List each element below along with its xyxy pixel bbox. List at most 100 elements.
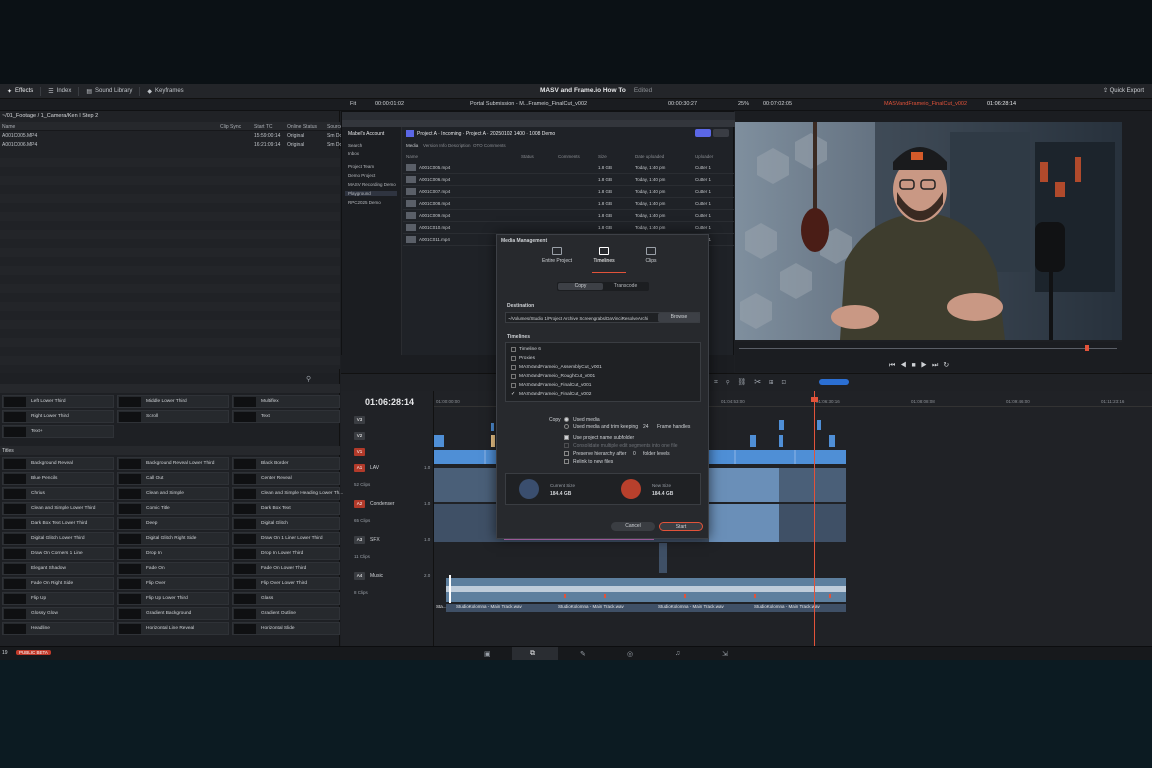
source-clip-name[interactable]: Portal Submission - M...Frameio_FinalCut… <box>470 101 587 107</box>
col-comments[interactable]: Comments <box>558 154 580 159</box>
timeline-checkbox[interactable] <box>511 374 516 379</box>
sound-library-tab[interactable]: ▤ Sound Library <box>79 88 139 95</box>
track-tag[interactable]: V2 <box>354 432 365 440</box>
share-button[interactable] <box>695 129 711 137</box>
effect-item[interactable]: Flip Over Lower Third <box>232 577 340 590</box>
search-icon[interactable]: ⚲ <box>306 375 311 383</box>
fairlight-page-icon[interactable]: ♫ <box>675 650 680 657</box>
effect-item[interactable]: Multiflex <box>232 395 340 408</box>
track-tag[interactable]: A4 <box>354 572 365 580</box>
fusion-page-icon[interactable]: ✎ <box>580 650 586 658</box>
track-tag[interactable]: V1 <box>354 448 365 456</box>
effect-item[interactable]: Comic Title <box>117 502 229 515</box>
timeline-checkbox[interactable] <box>511 383 516 388</box>
account-name[interactable]: Mabel's Account <box>348 131 384 137</box>
address-bar[interactable] <box>342 120 735 127</box>
asset-row[interactable]: A001C009.mp4 1.8 GB Today, 1:40 pm Cutter 1 <box>403 210 734 222</box>
effect-item[interactable]: Text <box>232 410 340 423</box>
mode-transcode[interactable]: Transcode <box>603 283 648 290</box>
timeline-list-item[interactable]: MASVandFrameio_FinalCut_v001 <box>505 381 701 390</box>
playhead-marker[interactable] <box>1085 345 1089 351</box>
timeline-list-item[interactable]: Proxies <box>505 354 701 363</box>
timeline-list-item[interactable]: Timeline 6 <box>505 345 701 354</box>
col-status[interactable]: Status <box>521 154 534 159</box>
effect-item[interactable]: Horizontal Line Reveal <box>117 622 229 635</box>
col-clip-sync[interactable]: Clip Sync <box>220 124 241 130</box>
effect-item[interactable]: Flip Over <box>117 577 229 590</box>
sidebar-item-inbox[interactable]: Inbox <box>348 151 359 156</box>
effect-item[interactable]: Draw On 1 Liner Lower Third <box>232 532 340 545</box>
effect-item[interactable]: Gradient Background <box>117 607 229 620</box>
effect-item[interactable]: Background Reveal <box>2 457 114 470</box>
titles-section-header[interactable]: Titles <box>0 446 340 455</box>
sidebar-item-project[interactable]: Demo Project <box>348 173 375 178</box>
asset-row[interactable]: A001C007.mp4 1.8 GB Today, 1:40 pm Cutter 1 <box>403 186 734 198</box>
effect-item[interactable]: Dark Box Text Lower Third <box>2 517 114 530</box>
asset-row[interactable]: A001C008.mp4 1.8 GB Today, 1:40 pm Cutter 1 <box>403 198 734 210</box>
effect-item[interactable]: Glass <box>232 592 340 605</box>
sidebar-item-project[interactable]: MASV Recording Demo <box>348 182 396 187</box>
media-page-icon[interactable]: ▣ <box>484 650 491 658</box>
effect-item[interactable]: Chrius <box>2 487 114 500</box>
effect-item[interactable]: Middle Lower Third <box>117 395 229 408</box>
copy-transcode-toggle[interactable]: Copy Transcode <box>557 282 649 291</box>
effect-item[interactable]: Drop In Lower Third <box>232 547 340 560</box>
col-size[interactable]: Size <box>598 154 607 159</box>
preserve-levels-value[interactable]: 0 <box>633 451 636 457</box>
zoom-fit-select[interactable]: Fit <box>350 101 356 107</box>
timeline-zoom-select[interactable]: 25% <box>738 101 749 107</box>
sidebar-item-project-selected[interactable]: Playground <box>345 191 397 196</box>
transport-controls[interactable]: ⏮◀■▶⏭↻ <box>889 361 954 370</box>
tab-clips[interactable]: Clips <box>621 247 681 264</box>
timeline-checkbox[interactable] <box>511 365 516 370</box>
effect-item[interactable]: Clean and Simple Lower Third <box>2 502 114 515</box>
effect-item[interactable]: Clean and Simple <box>117 487 229 500</box>
sidebar-item-team[interactable]: Project Team <box>348 164 374 169</box>
browser-tabs[interactable] <box>342 112 735 120</box>
timeline-list-item[interactable]: MASVandFrameio_RoughCut_v001 <box>505 372 701 381</box>
col-name[interactable]: Name <box>2 124 15 130</box>
playhead-handle[interactable] <box>811 397 818 402</box>
destination-field[interactable]: ~/Volumes/Studio 1/Project Archive Scree… <box>505 312 700 323</box>
track-tag[interactable]: V3 <box>354 416 365 424</box>
effect-item[interactable]: Digital Glitch Right Side <box>117 532 229 545</box>
effect-item[interactable]: Center Reveal <box>232 472 340 485</box>
used-media-radio[interactable] <box>564 417 569 422</box>
col-start-tc[interactable]: Start TC <box>254 124 273 130</box>
timeline-list-item[interactable]: MASVandFrameio_AssemblyCut_v001 <box>505 363 701 372</box>
timeline-name-select[interactable]: MASVandFrameio_FinalCut_v002 <box>884 101 967 107</box>
table-row[interactable]: A001C005.MP4 15:59:00:14 Original Sm Do <box>0 131 342 140</box>
start-button[interactable]: Start <box>659 522 703 531</box>
effect-item[interactable]: Right Lower Third <box>2 410 114 423</box>
browse-button[interactable]: Browse <box>658 313 700 322</box>
keyframes-tab[interactable]: ◆ Keyframes <box>140 88 190 95</box>
timeline-list-item[interactable]: ✓ MASVandFrameio_FinalCut_v002 <box>505 390 701 399</box>
track-tag[interactable]: A1 <box>354 464 365 472</box>
track-tag[interactable]: A3 <box>354 536 365 544</box>
effect-item[interactable]: Clean and Simple Heading Lower Th... <box>232 487 343 500</box>
effect-item[interactable]: Flip Up Lower Third <box>117 592 229 605</box>
deliver-page-icon[interactable]: ⇲ <box>722 650 728 658</box>
sidebar-item-project[interactable]: RPC2025 Demo <box>348 200 381 205</box>
col-date[interactable]: Date uploaded <box>635 154 664 159</box>
mode-copy[interactable]: Copy <box>558 283 603 290</box>
edit-tools[interactable]: ⌗⚲⛓✂⊞⊡ <box>714 378 794 387</box>
effect-item[interactable]: Fade On <box>117 562 229 575</box>
timeline-checkbox[interactable] <box>511 347 516 352</box>
effect-item[interactable]: Left Lower Third <box>2 395 114 408</box>
effect-item[interactable]: Flip Up <box>2 592 114 605</box>
asset-row[interactable]: A001C005.mp4 1.8 GB Today, 1:40 pm Cutter 1 <box>403 162 734 174</box>
color-page-icon[interactable]: ◎ <box>627 650 633 658</box>
index-tab[interactable]: ☰ Index <box>41 88 78 95</box>
effect-item[interactable]: Deep <box>117 517 229 530</box>
effect-item[interactable]: Fade On Lower Third <box>232 562 340 575</box>
scrub-bar[interactable] <box>739 348 1117 349</box>
effect-item[interactable]: Black Border <box>232 457 340 470</box>
new-button[interactable] <box>713 129 729 137</box>
table-row[interactable]: A001C006.MP4 16:21:09:14 Original Sm Do <box>0 140 342 149</box>
edit-page-tab[interactable] <box>512 647 558 660</box>
effect-item[interactable]: Blue Pencils <box>2 472 114 485</box>
effect-item[interactable]: Headline <box>2 622 114 635</box>
col-online-status[interactable]: Online Status <box>287 124 317 130</box>
timeline-checkbox[interactable] <box>511 356 516 361</box>
